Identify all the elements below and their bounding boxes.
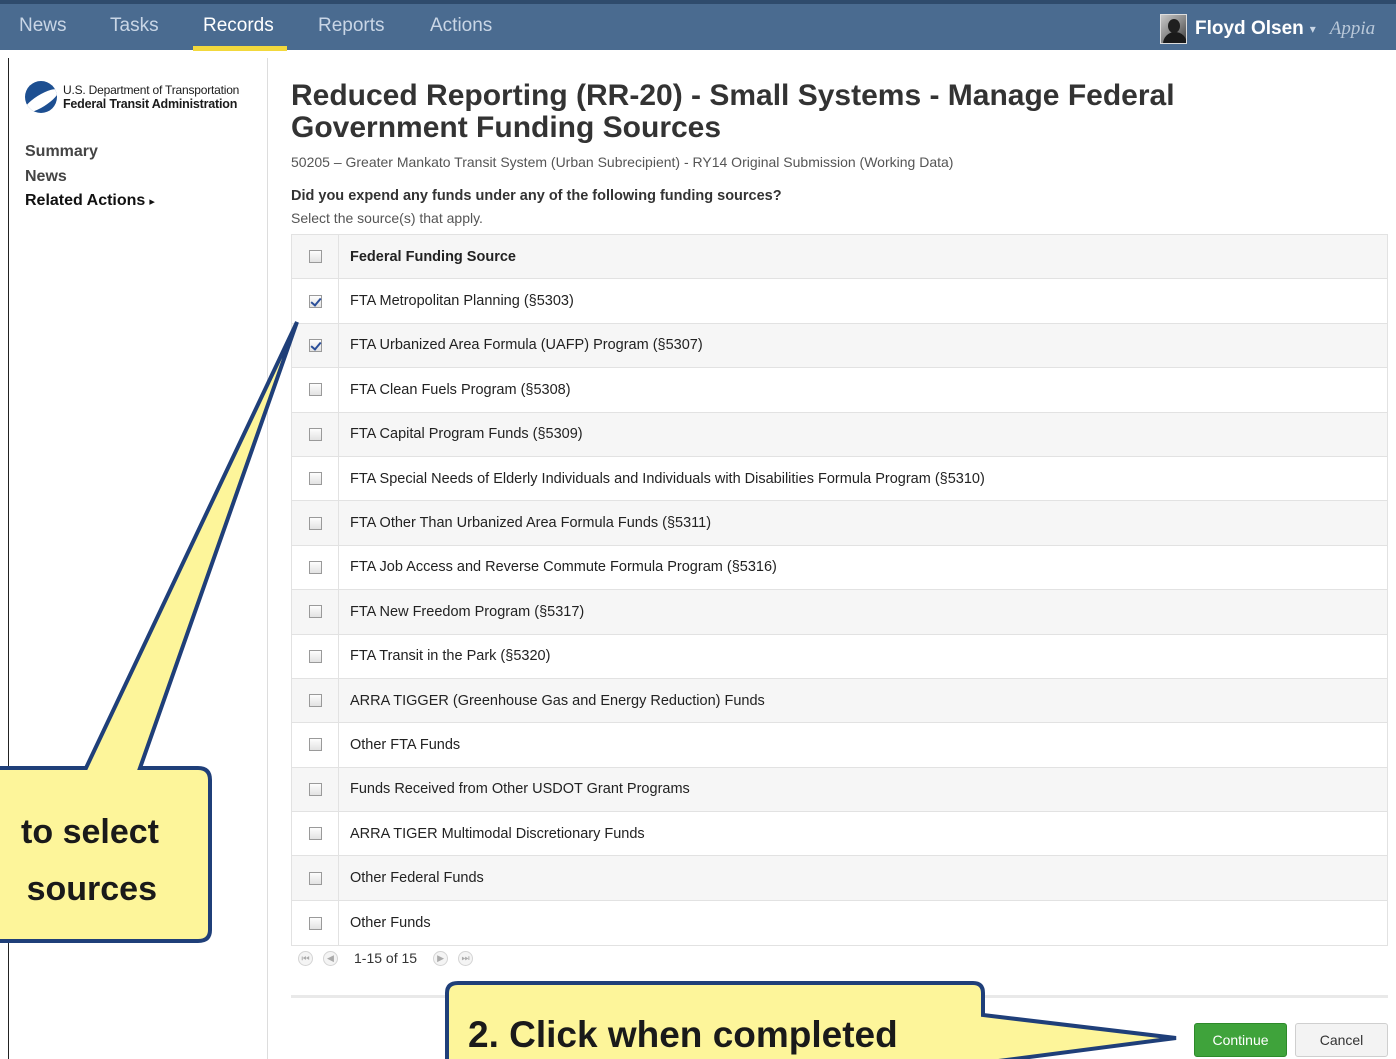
callout-overlays: [0, 321, 1177, 1059]
callout-continue-text: 2. Click when completed: [468, 1014, 898, 1055]
callout-select-line1: to select: [21, 813, 159, 851]
callout-select-line2: sources: [26, 870, 157, 908]
callout-select-text: to select sources: [0, 804, 205, 918]
